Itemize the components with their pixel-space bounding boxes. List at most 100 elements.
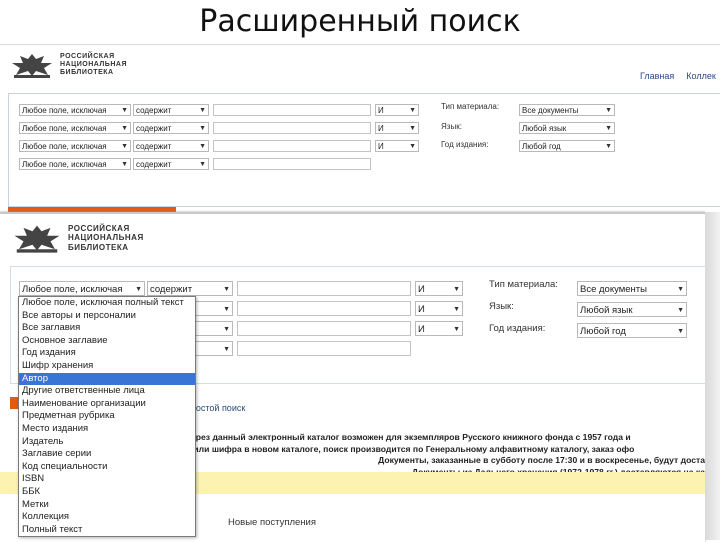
dropdown-option[interactable]: Год издания	[19, 347, 195, 360]
dropdown-option[interactable]: ISBN	[19, 473, 195, 486]
operator-select[interactable]: И ▼	[375, 122, 419, 134]
material-type-select[interactable]: Все документы ▼	[519, 104, 615, 116]
advanced-search-form: Любое поле, исключая ▼ содержит ▼ И ▼ Любое…	[8, 93, 720, 207]
chevron-down-icon: ▼	[605, 125, 612, 132]
query-input[interactable]	[237, 281, 411, 296]
dropdown-option[interactable]: Наименование организации	[19, 398, 195, 411]
operator-select[interactable]: И ▼	[375, 104, 419, 116]
operator-select[interactable]: И ▼	[375, 140, 419, 152]
notice-line: через данный электронный каталог возможе…	[186, 432, 631, 442]
mode-select[interactable]: содержит▼	[133, 104, 209, 116]
chevron-down-icon: ▼	[121, 125, 128, 132]
operator-select[interactable]: И ▼	[415, 281, 463, 296]
year-label: Год издания:	[441, 140, 489, 149]
language-label: Язык:	[441, 122, 462, 131]
dropdown-option[interactable]: Полный текст	[19, 524, 195, 537]
chevron-down-icon: ▼	[121, 161, 128, 168]
material-type-select[interactable]: Все документы ▼	[577, 281, 687, 296]
slide-background-edge	[705, 212, 720, 540]
dropdown-option[interactable]: Код специальности	[19, 461, 195, 474]
field-select[interactable]: Любое поле, исключая ▼	[19, 158, 131, 170]
dropdown-option[interactable]: Другие ответственные лица	[19, 385, 195, 398]
operator-select[interactable]: И ▼	[415, 321, 463, 336]
chevron-down-icon: ▼	[409, 107, 416, 114]
chevron-down-icon: ▼	[453, 326, 460, 333]
notice-line: я или шифра в новом каталоге, поиск прои…	[186, 443, 635, 454]
top-nav: Главная Коллек	[640, 71, 720, 81]
chevron-down-icon: ▼	[199, 125, 206, 132]
language-label: Язык:	[489, 301, 514, 312]
chevron-down-icon: ▼	[453, 306, 460, 313]
dropdown-option[interactable]: Заглавие серии	[19, 448, 195, 461]
logo-line: РОССИЙСКАЯ	[68, 223, 130, 233]
mode-select[interactable]: содержит▼	[133, 140, 209, 152]
screenshot-bottom: РОССИЙСКАЯ НАЦИОНАЛЬНАЯ БИБЛИОТЕКА Любое…	[0, 212, 705, 542]
dropdown-option[interactable]: Все заглавия	[19, 322, 195, 335]
operator-select[interactable]: И ▼	[415, 301, 463, 316]
library-logo: РОССИЙСКАЯ НАЦИОНАЛЬНАЯ БИБЛИОТЕКА	[8, 51, 127, 79]
dropdown-option[interactable]: Место издания	[19, 423, 195, 436]
chevron-down-icon: ▼	[121, 143, 128, 150]
query-input[interactable]	[237, 341, 411, 356]
query-input[interactable]	[213, 140, 371, 152]
dropdown-option[interactable]: Метки	[19, 499, 195, 512]
field-select[interactable]: Любое поле, исключая ▼	[19, 104, 131, 116]
logo-line: НАЦИОНАЛЬНАЯ	[60, 61, 127, 68]
query-input[interactable]	[237, 301, 411, 316]
notice-line: Документы, заказанные в субботу после 17…	[378, 455, 705, 465]
chevron-down-icon: ▼	[199, 161, 206, 168]
chevron-down-icon: ▼	[223, 346, 230, 353]
news-heading[interactable]: Новые поступления	[228, 517, 316, 528]
year-select[interactable]: Любой год ▼	[577, 323, 687, 338]
chevron-down-icon: ▼	[223, 326, 230, 333]
eagle-emblem-icon	[14, 225, 60, 253]
chevron-down-icon: ▼	[677, 307, 684, 314]
logo-line: БИБЛИОТЕКА	[60, 69, 114, 76]
logo-line: РОССИЙСКАЯ	[60, 53, 115, 60]
material-type-label: Тип материала:	[489, 279, 558, 290]
chevron-down-icon: ▼	[453, 286, 460, 293]
year-label: Год издания:	[489, 323, 546, 334]
mode-select[interactable]: содержит▼	[133, 122, 209, 134]
nav-collections[interactable]: Коллек	[686, 71, 716, 81]
chevron-down-icon: ▼	[223, 306, 230, 313]
slide-title: Расширенный поиск	[199, 4, 521, 39]
dropdown-option[interactable]: Основное заглавие	[19, 335, 195, 348]
logo-line: БИБЛИОТЕКА	[68, 242, 129, 252]
dropdown-option[interactable]: Издатель	[19, 436, 195, 449]
field-select-open[interactable]: Любое поле, исключая ▼	[19, 281, 145, 296]
mode-select[interactable]: содержит▼	[133, 158, 209, 170]
chevron-down-icon: ▼	[135, 286, 142, 293]
nav-home[interactable]: Главная	[640, 71, 674, 81]
field-select[interactable]: Любое поле, исключая ▼	[19, 122, 131, 134]
logo-line: НАЦИОНАЛЬНАЯ	[68, 233, 144, 243]
year-select[interactable]: Любой год ▼	[519, 140, 615, 152]
dropdown-option[interactable]: Предметная рубрика	[19, 410, 195, 423]
field-select[interactable]: Любое поле, исключая ▼	[19, 140, 131, 152]
field-dropdown-list[interactable]: Любое поле, исключая полный текст Все ав…	[18, 296, 196, 538]
chevron-down-icon: ▼	[223, 286, 230, 293]
chevron-down-icon: ▼	[199, 143, 206, 150]
material-type-label: Тип материала:	[441, 102, 500, 111]
language-select[interactable]: Любой язык ▼	[577, 302, 687, 317]
dropdown-option[interactable]: Шифр хранения	[19, 360, 195, 373]
mode-select[interactable]: содержит▼	[147, 281, 233, 296]
eagle-emblem-icon	[12, 54, 52, 78]
dropdown-option[interactable]: Любое поле, исключая полный текст	[19, 297, 195, 310]
dropdown-option[interactable]: Все авторы и персоналии	[19, 310, 195, 323]
dropdown-option[interactable]: ББК	[19, 486, 195, 499]
query-input[interactable]	[237, 321, 411, 336]
screenshot-top: РОССИЙСКАЯ НАЦИОНАЛЬНАЯ БИБЛИОТЕКА Главн…	[0, 44, 720, 213]
query-input[interactable]	[213, 104, 371, 116]
dropdown-option[interactable]: Коллекция	[19, 511, 195, 524]
chevron-down-icon: ▼	[121, 107, 128, 114]
chevron-down-icon: ▼	[605, 107, 612, 114]
language-select[interactable]: Любой язык ▼	[519, 122, 615, 134]
chevron-down-icon: ▼	[199, 107, 206, 114]
chevron-down-icon: ▼	[605, 143, 612, 150]
query-input[interactable]	[213, 158, 371, 170]
chevron-down-icon: ▼	[677, 286, 684, 293]
chevron-down-icon: ▼	[677, 328, 684, 335]
dropdown-option-selected[interactable]: Автор	[19, 372, 195, 386]
query-input[interactable]	[213, 122, 371, 134]
